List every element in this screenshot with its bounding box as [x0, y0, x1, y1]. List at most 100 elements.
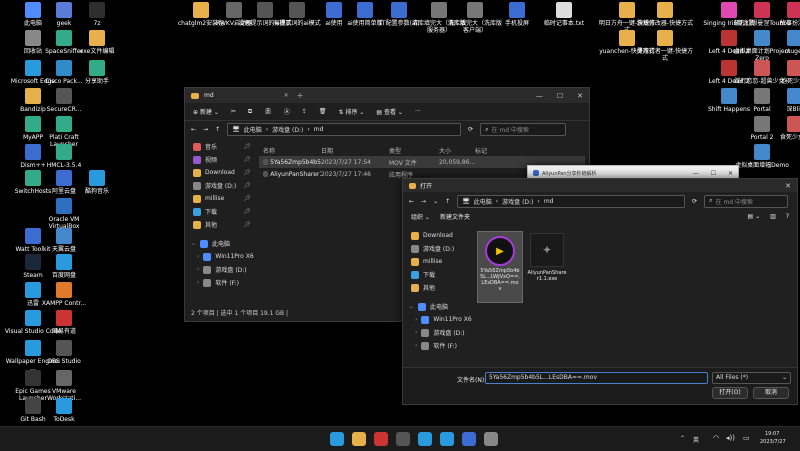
view-options-icon[interactable]: ▤ ⌄ [748, 213, 761, 220]
desktop-icon[interactable]: Oracle VM VirtualBox [35, 198, 93, 230]
chevron-right-icon[interactable]: › [415, 329, 417, 336]
cancel-button[interactable]: 取消 [753, 387, 789, 399]
dialog-search-input[interactable]: ⌕ 在 md 中搜索 [704, 194, 789, 208]
share-icon[interactable]: ⇪ [302, 108, 307, 115]
desktop-icon[interactable]: 7z [68, 2, 126, 27]
cut-icon[interactable]: ✂ [231, 108, 236, 115]
dialog-title-bar[interactable]: 打开 ✕ [403, 179, 797, 192]
pane-icon[interactable]: ▥ [770, 213, 776, 220]
tree-item[interactable]: › Win11Pro X6 [185, 250, 255, 263]
view-button[interactable]: ▤ 查看 ⌄ [376, 107, 403, 116]
dialog-back-icon[interactable]: ← [409, 198, 414, 205]
desktop-icon[interactable]: exe文件编辑 [68, 30, 126, 55]
new-tab-icon[interactable]: + [297, 91, 304, 100]
desktop-icon[interactable]: 酷狗音乐 [68, 170, 126, 195]
sidebar-item[interactable]: 其他 [403, 281, 475, 294]
windows-start-icon[interactable] [330, 432, 344, 446]
breadcrumb-2[interactable]: md [314, 126, 324, 133]
dialog-up-icon[interactable]: ↑ [445, 198, 450, 205]
chevron-right-icon[interactable]: ⌄ [191, 240, 196, 247]
file-tile-mov[interactable]: ▶ 5Ya56Zmp5b4b5L...LWJVxQ==.LEsDBA==.mov [477, 231, 523, 303]
chevron-right-icon[interactable]: ⌄ [409, 303, 414, 310]
open-button[interactable]: 打开(O) [712, 387, 748, 399]
file-type-select[interactable]: All Files (*) ⌄ [712, 372, 791, 384]
aliyun-close-icon[interactable]: ✕ [728, 170, 733, 177]
tree-item[interactable]: ⌄ 此电脑 [403, 300, 475, 313]
aliyun-minimize-icon[interactable]: — [693, 170, 699, 177]
tree-item[interactable]: › 游戏盘 (D:) [403, 326, 475, 339]
desktop-icon[interactable]: XAMPP Contr... [35, 282, 93, 307]
organize-button[interactable]: 组织 ⌄ [411, 212, 430, 221]
sidebar-item[interactable]: 视频 📌︎ [185, 153, 255, 166]
battery-icon[interactable]: ▭ [743, 434, 750, 442]
sidebar-item[interactable]: 其他 📌︎ [185, 218, 255, 231]
title-bar[interactable]: md ✕ + — ☐ ✕ [185, 88, 589, 103]
breadcrumb-0[interactable]: 此电脑 [244, 125, 262, 134]
dialog-address-bar[interactable]: 🖥︎ 此电脑 › 游戏盘 (D:) › md [457, 194, 686, 208]
tree-item[interactable]: › Win11Pro X6 [403, 313, 475, 326]
desktop-icon[interactable]: 百度网盘 [35, 254, 93, 279]
desktop-icon[interactable]: 临时记事本.txt [535, 2, 593, 27]
dialog-forward-icon[interactable]: → [421, 198, 426, 205]
col-size[interactable]: 大小 [439, 146, 475, 155]
close-tab-icon[interactable]: ✕ [284, 92, 289, 99]
edge-icon[interactable] [440, 432, 454, 446]
desktop-icon[interactable]: 抱死少女2 [766, 60, 800, 85]
sidebar-item[interactable]: millise [403, 255, 475, 268]
copy-icon[interactable]: ⧉ [248, 108, 252, 116]
sidebar-item[interactable]: 下载 📌︎ [185, 205, 255, 218]
desktop-icon[interactable]: 游戏修改器-快捷方式 [636, 2, 694, 27]
col-type[interactable]: 类型 [389, 146, 439, 155]
dialog-close-icon[interactable]: ✕ [785, 182, 791, 190]
clock-time[interactable]: 19:07 [765, 431, 779, 437]
sidebar-item[interactable]: 游戏盘 (D:) [403, 242, 475, 255]
address-bar[interactable]: 🖥︎ 此电脑 › 游戏盘 (D:) › md [227, 123, 462, 136]
chevron-right-icon[interactable]: › [197, 266, 199, 273]
blue-app-icon[interactable] [462, 432, 476, 446]
dialog-breadcrumb-0[interactable]: 此电脑 [474, 197, 492, 206]
up-icon[interactable]: ↑ [215, 126, 220, 133]
chevron-right-icon[interactable]: › [415, 342, 417, 349]
language-indicator[interactable]: 英 [693, 435, 699, 444]
desktop-icon[interactable]: 故事扮演模 [766, 2, 800, 27]
new-button[interactable]: ⊕ 新建 ⌄ [193, 107, 219, 116]
volume-icon[interactable]: ◂)) [726, 434, 735, 442]
more-icon[interactable]: ··· [415, 108, 421, 115]
sidebar-item[interactable]: 游戏盘 (D:) 📌︎ [185, 179, 255, 192]
desktop-icon[interactable]: 食死少女乱 [766, 116, 800, 141]
tree-item[interactable]: › 软件 (F:) [403, 339, 475, 352]
refresh-icon[interactable]: ⟳ [468, 126, 473, 133]
forward-icon[interactable]: → [203, 126, 208, 133]
dialog-breadcrumb-1[interactable]: 游戏盘 (D:) [502, 197, 533, 206]
chevron-up-icon[interactable]: ⌃ [680, 435, 685, 442]
col-tags[interactable]: 标记 [475, 146, 505, 155]
file-name-input[interactable]: 5Ya56Zmp5b4b5L...LEsDBA==.mov [485, 372, 708, 384]
desktop-icon[interactable]: HMCL-3.5.4 [35, 144, 93, 169]
desktop-icon[interactable]: mugen [766, 30, 800, 55]
app-icon[interactable] [396, 432, 410, 446]
dialog-breadcrumb-2[interactable]: md [544, 198, 554, 205]
desktop-icon[interactable]: 深Blio [766, 88, 800, 113]
wifi-icon[interactable]: ◠ [713, 434, 719, 442]
desktop-icon[interactable]: 灵魂行者一键-快捷方式 [636, 30, 694, 62]
tree-item[interactable]: ⌄ 此电脑 [185, 237, 255, 250]
col-name[interactable]: 名称 [259, 146, 321, 155]
sidebar-item[interactable]: 音乐 📌︎ [185, 140, 255, 153]
desktop-icon[interactable]: 分享助手 [68, 60, 126, 85]
chevron-right-icon[interactable]: › [197, 279, 199, 286]
aliyun-maximize-icon[interactable]: ☐ [711, 170, 716, 177]
maximize-icon[interactable]: ☐ [557, 92, 563, 100]
rename-icon[interactable]: Ⓐ [284, 107, 290, 116]
minimize-icon[interactable]: — [536, 92, 543, 100]
back-icon[interactable]: ← [191, 126, 196, 133]
desktop-icon[interactable]: ToDesk [35, 398, 93, 423]
close-icon[interactable]: ✕ [577, 92, 583, 100]
dialog-refresh-icon[interactable]: ⟳ [692, 198, 697, 205]
sidebar-item[interactable]: millise 📌︎ [185, 192, 255, 205]
desktop-icon[interactable]: SecureCR... [35, 88, 93, 113]
new-folder-button[interactable]: 新建文件夹 [440, 212, 470, 221]
desktop-icon[interactable]: 天翼云盘 [35, 228, 93, 253]
tree-item[interactable]: › 软件 (F:) [185, 276, 255, 289]
sidebar-item[interactable]: Download 📌︎ [185, 166, 255, 179]
delete-icon[interactable]: 🗑︎ [319, 108, 327, 115]
